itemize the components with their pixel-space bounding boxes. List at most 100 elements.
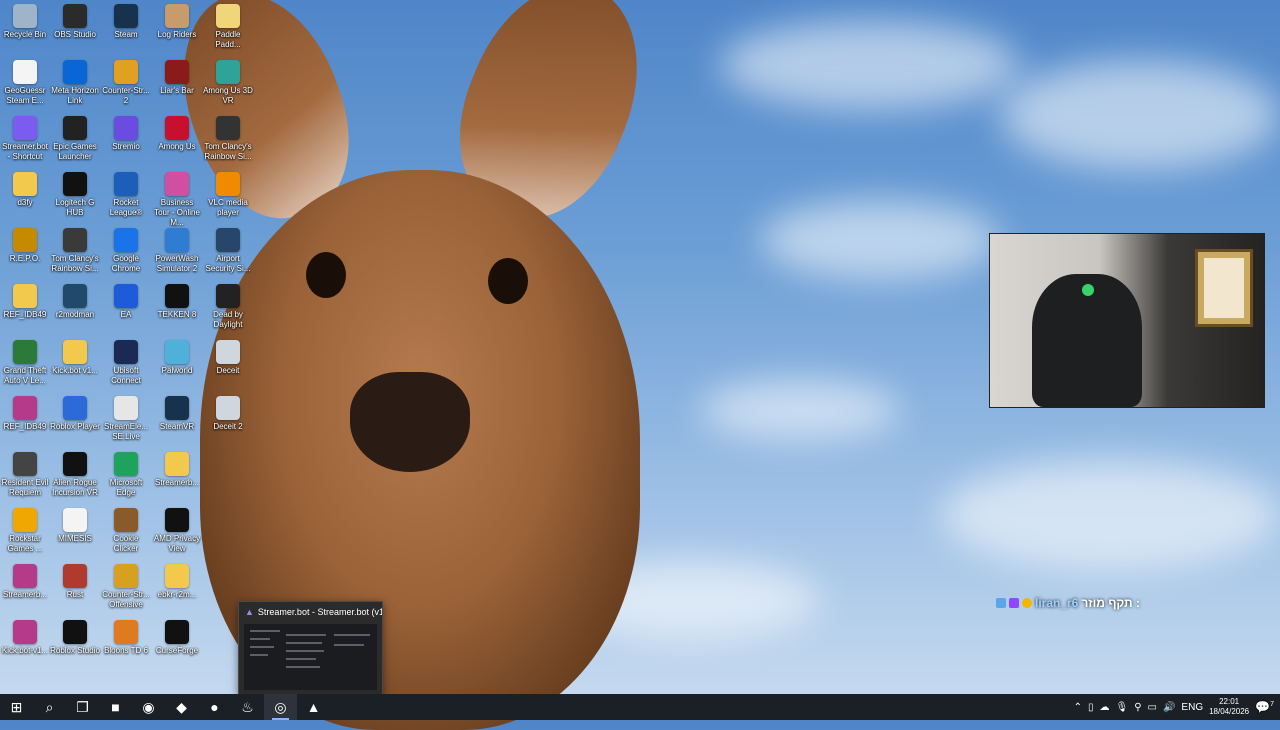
desktop-icon[interactable]: Streamer.bot - Shortcut [0,116,50,162]
desktop-icon[interactable]: Bloons TD 6 [101,620,151,656]
desktop-icon-label: Paddle Padd... [215,30,241,49]
desktop-icon-label: Steam [114,30,138,39]
desktop-icon[interactable]: Kick.bot-v1... [0,620,50,656]
desktop-icon[interactable]: Kick.bot v1... [50,340,100,376]
desktop-icon[interactable]: Google Chrome [101,228,151,274]
game-icon [216,396,240,420]
game-icon [13,452,37,476]
desktop-icon[interactable]: Deceit 2 [203,396,253,432]
desktop-icon[interactable]: Airport Security Si... [203,228,253,274]
cloud-icon[interactable]: ☁ [1099,702,1109,713]
microphone-icon[interactable]: 🎙 [1115,702,1128,713]
desktop-icon[interactable]: Recycle Bin [0,4,50,40]
desktop-icon[interactable]: r2modman [50,284,100,320]
desktop-icon[interactable]: Among Us 3D VR [203,60,253,106]
spotify-button[interactable]: ● [198,694,231,720]
desktop-icon[interactable]: Epic Games Launcher [50,116,100,162]
desktop-icon[interactable]: REF_IDB49 [0,396,50,432]
search-button[interactable]: ⌕ [33,694,66,720]
desktop-icon[interactable]: GeoGuessr Steam E... [0,60,50,106]
desktop-icon[interactable]: Ubisoft Connect [101,340,151,386]
obs-button[interactable]: ◎ [264,694,297,720]
start-button[interactable]: ⊞ [0,694,33,720]
desktop-icon[interactable]: VLC media player [203,172,253,218]
desktop-icon[interactable]: Logitech G HUB [50,172,100,218]
desktop-icon[interactable]: Microsoft Edge [101,452,151,498]
desktop-icon[interactable]: Among Us [152,116,202,152]
webcam-overlay [989,233,1265,408]
clock[interactable]: 22:01 18/04/2026 [1209,697,1249,717]
usb-icon[interactable]: ⚲ [1134,702,1141,713]
desktop-icon[interactable]: Business Tour - Online M... [152,172,202,228]
desktop-icon[interactable]: Rocket League® [101,172,151,218]
desktop-icon[interactable]: EA [101,284,151,320]
volume-icon[interactable]: 🔊 [1163,702,1175,713]
folder-icon [13,172,37,196]
desktop-icon[interactable]: TEKKEN 8 [152,284,202,320]
desktop-icon[interactable]: Roblox Studio [50,620,100,656]
desktop-icon[interactable]: Steam [101,4,151,40]
desktop-icon-label: Streamerb... [2,590,47,599]
desktop-icon[interactable]: Counter-Str... Offensive [101,564,151,610]
desktop-icon-label: Kick.bot-v1... [1,646,49,655]
desktop-icon[interactable]: Dead by Daylight [203,284,253,330]
desktop-icon-label: Rockstar Games ... [7,534,43,553]
notifications-icon[interactable]: 💬7 [1255,700,1274,714]
desktop-icon[interactable]: Roblox Player [50,396,100,432]
desktop-icon[interactable]: ebkr-r2m... [152,564,202,600]
file-explorer-button[interactable]: ■ [99,694,132,720]
desktop-icon[interactable]: Palworld [152,340,202,376]
game-icon [63,452,87,476]
desktop-icon[interactable]: Liar's Bar [152,60,202,96]
desktop-icon[interactable]: Streamerb... [152,452,202,488]
desktop-icon[interactable]: Counter-Str... 2 [101,60,151,106]
desktop-icon[interactable]: AMD Privacy View [152,508,202,554]
desktop-icon-label: PowerWash Simulator 2 [155,254,199,273]
desktop-icon-label: Counter-Str... Offensive [102,590,150,609]
desktop-icon[interactable]: Streamerb... [0,564,50,600]
desktop-icon[interactable]: Deceit [203,340,253,376]
desktop-icon[interactable]: Rockstar Games ... [0,508,50,554]
stremio-icon [114,116,138,140]
desktop-icon-label: Counter-Str... 2 [102,86,150,105]
desktop-icon[interactable]: CurseForge [152,620,202,656]
file-icon [13,60,37,84]
streamelements-icon [114,396,138,420]
desktop-icon-label: Among Us [158,142,196,151]
network-icon[interactable]: ▭ [1148,702,1157,713]
chrome-button[interactable]: ◉ [132,694,165,720]
desktop-icon[interactable]: Log Riders [152,4,202,40]
task-view-button[interactable]: ❐ [66,694,99,720]
desktop-icon[interactable]: Stremio [101,116,151,152]
steam-button[interactable]: ♨ [231,694,264,720]
desktop-icon[interactable]: MIMESIS [50,508,100,544]
desktop-icon[interactable]: Meta Horizon Link [50,60,100,106]
desktop-icon[interactable]: SteamVR [152,396,202,432]
language-indicator[interactable]: ENG [1181,702,1203,713]
desktop-icon[interactable]: Rust [50,564,100,600]
game-icon [165,284,189,308]
streamerbot-button[interactable]: ▲ [297,694,330,720]
desktop-icon-label: r2modman [55,310,95,319]
desktop-icon[interactable]: StreamEle... SE.Live [101,396,151,442]
desktop-icon[interactable]: Resident Evil Requiem [0,452,50,498]
desktop-icon[interactable]: R.E.P.O. [0,228,50,264]
obs-icon [63,4,87,28]
discord-button[interactable]: ◆ [165,694,198,720]
desktop-icon[interactable]: Cookie Clicker [101,508,151,554]
desktop-icon[interactable]: Tom Clancy's Rainbow Si... [203,116,253,162]
desktop-icon[interactable]: OBS Studio [50,4,100,40]
taskbar-thumbnail-preview[interactable]: ▲ Streamer.bot - Streamer.bot (v1... [238,601,383,696]
desktop-icon[interactable]: Alien Rogue Incursion VR [50,452,100,498]
meta-icon [63,60,87,84]
amd-icon [165,508,189,532]
desktop-icon[interactable]: REF_IDB49 [0,284,50,320]
chevron-up-icon[interactable]: ⌃ [1074,702,1082,713]
desktop-icon[interactable]: Grand Theft Auto V Le... [0,340,50,386]
device-icon[interactable]: ▯ [1088,702,1094,713]
desktop-icon[interactable]: PowerWash Simulator 2 [152,228,202,274]
desktop-icon[interactable]: Tom Clancy's Rainbow Si... [50,228,100,274]
desktop-icon[interactable]: Paddle Padd... [203,4,253,50]
desktop-icon-label: REF_IDB49 [3,422,47,431]
desktop-icon[interactable]: d3fy [0,172,50,208]
